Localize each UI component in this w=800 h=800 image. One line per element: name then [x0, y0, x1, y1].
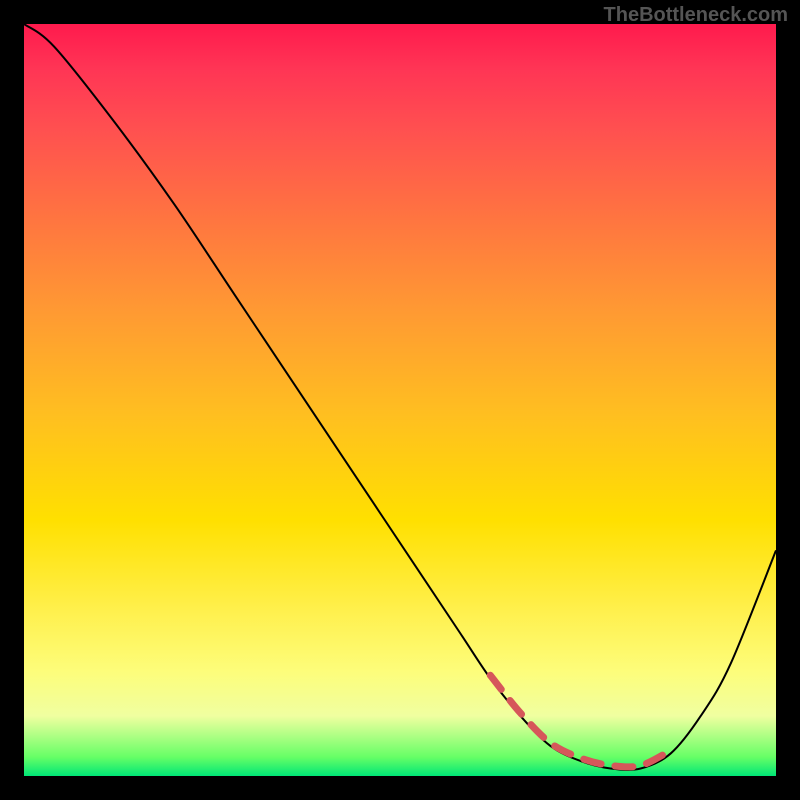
- chart-plot-area: [24, 24, 776, 776]
- bottleneck-curve: [24, 24, 776, 770]
- optimal-zone-dashes: [490, 675, 670, 767]
- chart-svg: [24, 24, 776, 776]
- watermark-text: TheBottleneck.com: [604, 4, 788, 27]
